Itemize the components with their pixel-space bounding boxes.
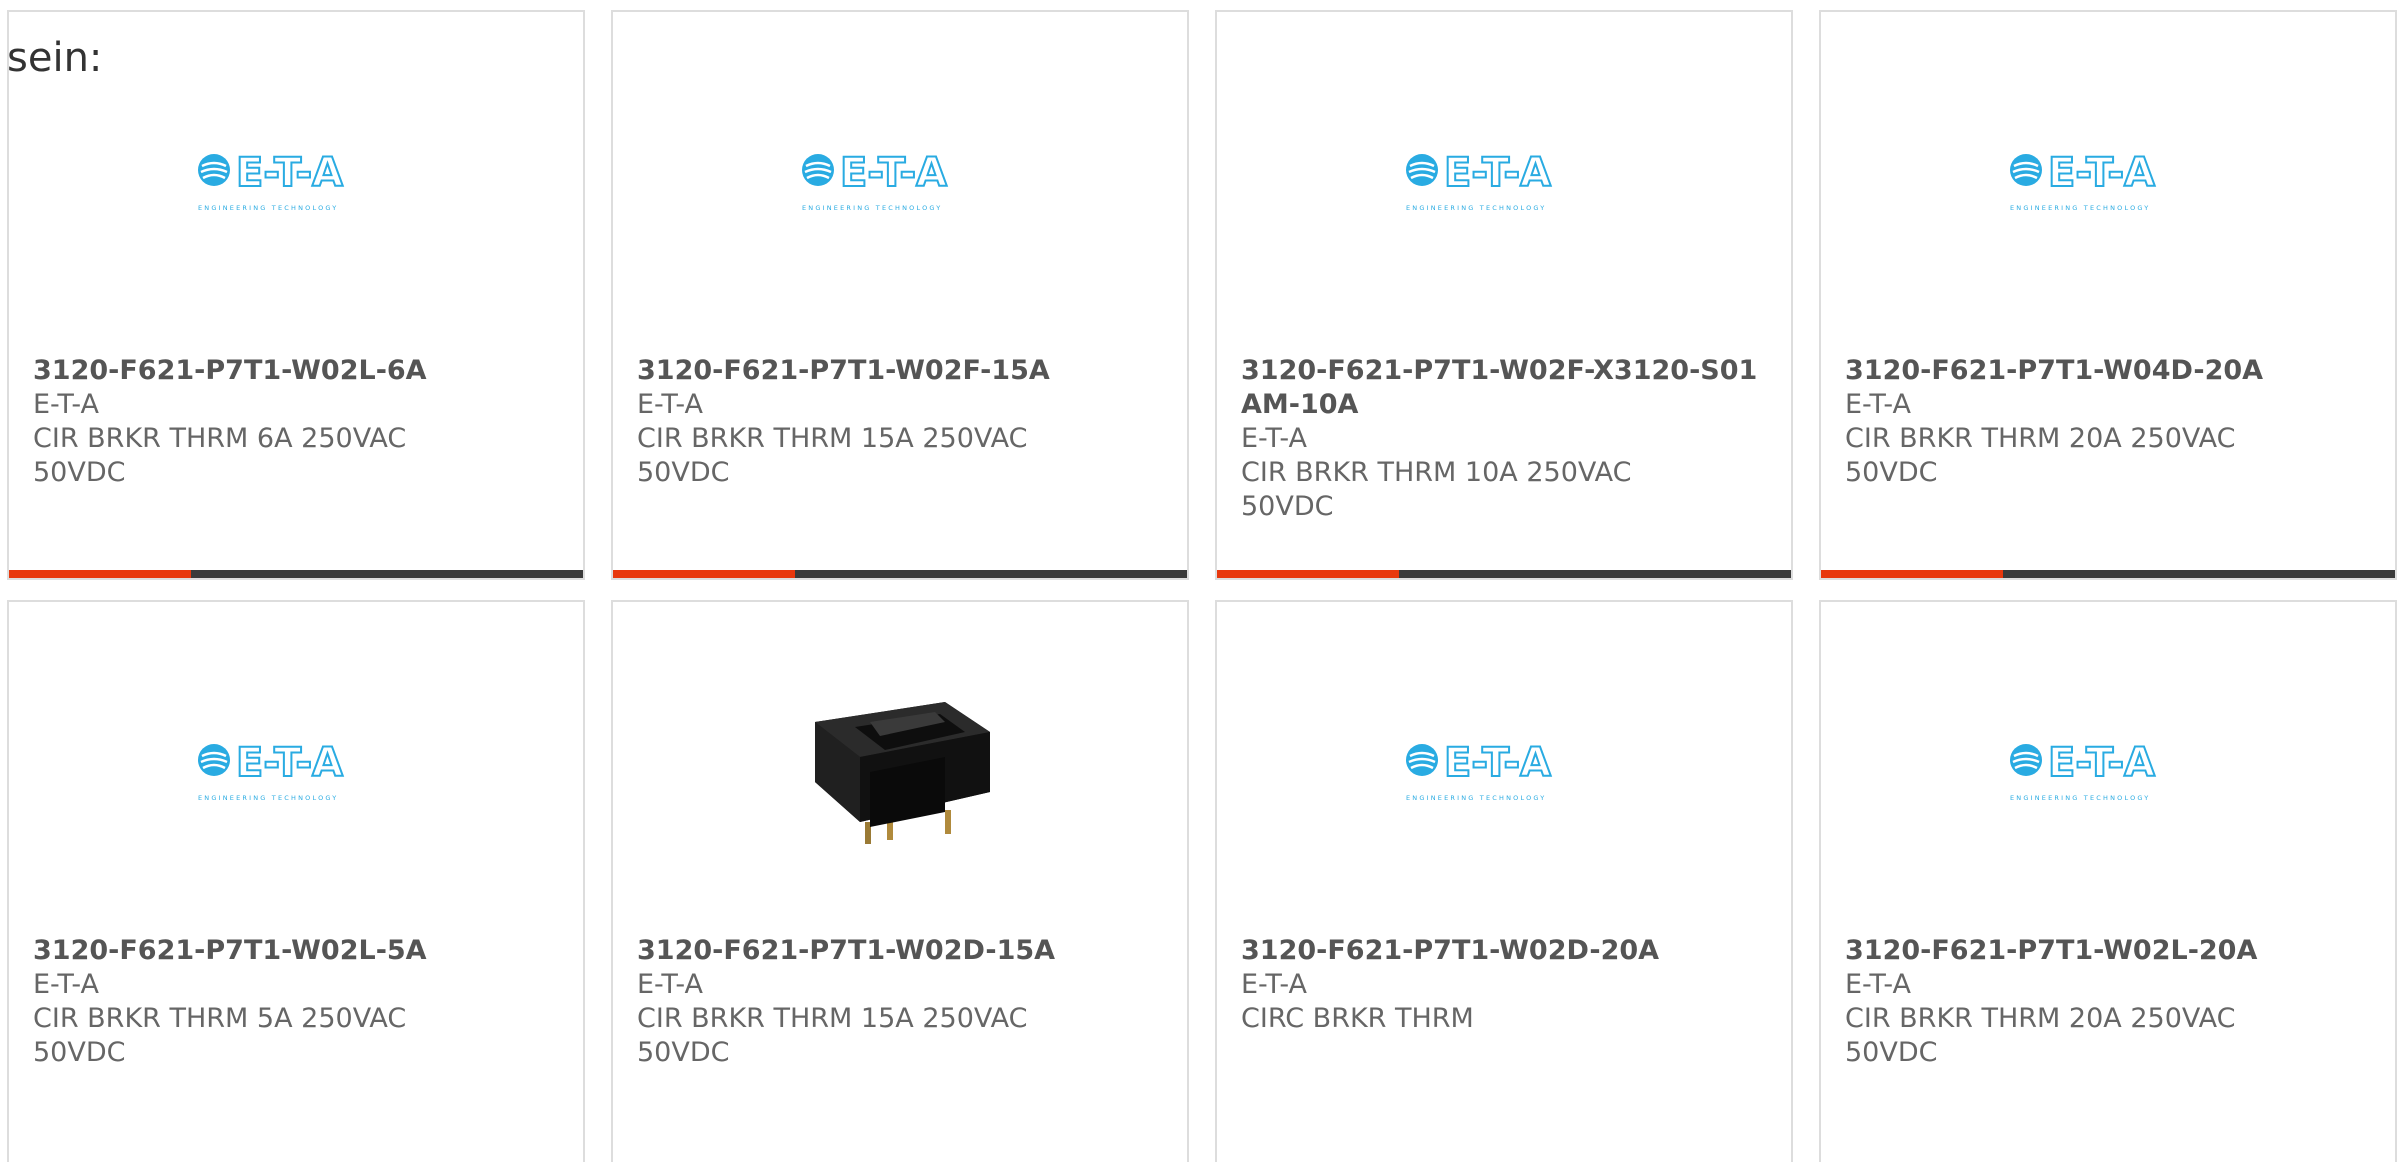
svg-text:E-T-A: E-T-A xyxy=(236,740,343,786)
manufacturer: E-T-A xyxy=(1845,389,1911,420)
description: CIR BRKR THRM 20A 250VAC 50VDC xyxy=(1845,1003,2236,1068)
product-info: 3120-F621-P7T1-W02D-15A E-T-A CIR BRKR T… xyxy=(637,934,1163,1070)
svg-text:E-T-A: E-T-A xyxy=(840,150,947,196)
svg-text:ENGINEERING TECHNOLOGY: ENGINEERING TECHNOLOGY xyxy=(198,204,338,212)
product-info: 3120-F621-P7T1-W02D-20A E-T-A CIRC BRKR … xyxy=(1241,934,1767,1036)
manufacturer: E-T-A xyxy=(33,969,99,1000)
description: CIR BRKR THRM 10A 250VAC 50VDC xyxy=(1241,457,1632,522)
product-info: 3120-F621-P7T1-W02F-15A E-T-A CIR BRKR T… xyxy=(637,354,1163,490)
product-image[interactable] xyxy=(613,662,1187,872)
description: CIRC BRKR THRM xyxy=(1241,1003,1474,1034)
product-card[interactable]: E-T-A ENGINEERING TECHNOLOGY 3120-F621-P… xyxy=(611,10,1189,580)
svg-text:E-T-A: E-T-A xyxy=(2048,740,2155,786)
product-info: 3120-F621-P7T1-W02L-5A E-T-A CIR BRKR TH… xyxy=(33,934,559,1070)
product-image[interactable]: E-T-A ENGINEERING TECHNOLOGY xyxy=(1821,132,2395,232)
manufacturer: E-T-A xyxy=(1241,423,1307,454)
manufacturer: E-T-A xyxy=(637,389,703,420)
product-grid-page: sein: E-T-A ENGINEERING TECHNOLOGY 3120-… xyxy=(0,0,2400,1162)
card-bottom-bar xyxy=(613,570,1187,578)
description: CIR BRKR THRM 5A 250VAC 50VDC xyxy=(33,1003,407,1068)
product-card[interactable]: E-T-A ENGINEERING TECHNOLOGY 3120-F621-P… xyxy=(1215,10,1793,580)
eta-logo-icon: E-T-A ENGINEERING TECHNOLOGY xyxy=(1406,149,1552,212)
card-bottom-bar xyxy=(9,570,583,578)
manufacturer: E-T-A xyxy=(1845,969,1911,1000)
svg-text:E-T-A: E-T-A xyxy=(2048,150,2155,196)
card-bottom-bar xyxy=(1821,570,2395,578)
product-image[interactable]: E-T-A ENGINEERING TECHNOLOGY xyxy=(1217,132,1791,232)
part-number-link[interactable]: 3120-F621-P7T1-W02L-5A xyxy=(33,934,559,968)
card-accent xyxy=(1217,570,1399,578)
eta-logo-icon: E-T-A ENGINEERING TECHNOLOGY xyxy=(802,149,948,212)
product-card[interactable]: E-T-A ENGINEERING TECHNOLOGY 3120-F621-P… xyxy=(7,10,585,580)
product-card[interactable]: E-T-A ENGINEERING TECHNOLOGY 3120-F621-P… xyxy=(1215,600,1793,1162)
svg-text:E-T-A: E-T-A xyxy=(1444,740,1551,786)
product-info: 3120-F621-P7T1-W02L-20A E-T-A CIR BRKR T… xyxy=(1845,934,2371,1070)
card-accent xyxy=(1821,570,2003,578)
product-card[interactable]: E-T-A ENGINEERING TECHNOLOGY 3120-F621-P… xyxy=(1819,10,2397,580)
manufacturer: E-T-A xyxy=(1241,969,1307,1000)
eta-logo-icon: E-T-A ENGINEERING TECHNOLOGY xyxy=(2010,739,2156,802)
description: CIR BRKR THRM 6A 250VAC 50VDC xyxy=(33,423,407,488)
product-image[interactable]: E-T-A ENGINEERING TECHNOLOGY xyxy=(9,722,583,822)
description: CIR BRKR THRM 20A 250VAC 50VDC xyxy=(1845,423,2236,488)
part-number-link[interactable]: 3120-F621-P7T1-W02L-6A xyxy=(33,354,559,388)
rocker-switch-icon xyxy=(815,702,990,844)
part-number-link[interactable]: 3120-F621-P7T1-W02F-15A xyxy=(637,354,1163,388)
card-accent xyxy=(613,570,795,578)
product-info: 3120-F621-P7T1-W02F-X3120-S01AM-10A E-T-… xyxy=(1241,354,1767,524)
product-image[interactable]: E-T-A ENGINEERING TECHNOLOGY xyxy=(1217,722,1791,822)
eta-logo-icon: E-T-A ENGINEERING TECHNOLOGY xyxy=(198,149,344,212)
svg-text:ENGINEERING TECHNOLOGY: ENGINEERING TECHNOLOGY xyxy=(1406,794,1546,802)
svg-text:ENGINEERING TECHNOLOGY: ENGINEERING TECHNOLOGY xyxy=(2010,204,2150,212)
product-info: 3120-F621-P7T1-W04D-20A E-T-A CIR BRKR T… xyxy=(1845,354,2371,490)
product-image[interactable]: E-T-A ENGINEERING TECHNOLOGY xyxy=(613,132,1187,232)
svg-text:ENGINEERING TECHNOLOGY: ENGINEERING TECHNOLOGY xyxy=(1406,204,1546,212)
eta-logo-icon: E-T-A ENGINEERING TECHNOLOGY xyxy=(1406,739,1552,802)
card-accent xyxy=(9,570,191,578)
part-number-link[interactable]: 3120-F621-P7T1-W04D-20A xyxy=(1845,354,2371,388)
product-image[interactable]: E-T-A ENGINEERING TECHNOLOGY xyxy=(9,132,583,232)
svg-text:E-T-A: E-T-A xyxy=(236,150,343,196)
description: CIR BRKR THRM 15A 250VAC 50VDC xyxy=(637,423,1028,488)
product-info: 3120-F621-P7T1-W02L-6A E-T-A CIR BRKR TH… xyxy=(33,354,559,490)
part-number-link[interactable]: 3120-F621-P7T1-W02D-20A xyxy=(1241,934,1767,968)
eta-logo-icon: E-T-A ENGINEERING TECHNOLOGY xyxy=(198,739,344,802)
part-number-link[interactable]: 3120-F621-P7T1-W02F-X3120-S01AM-10A xyxy=(1241,354,1767,422)
svg-text:E-T-A: E-T-A xyxy=(1444,150,1551,196)
card-bottom-bar xyxy=(1217,570,1791,578)
product-card[interactable]: E-T-A ENGINEERING TECHNOLOGY 3120-F621-P… xyxy=(7,600,585,1162)
part-number-link[interactable]: 3120-F621-P7T1-W02L-20A xyxy=(1845,934,2371,968)
svg-text:ENGINEERING TECHNOLOGY: ENGINEERING TECHNOLOGY xyxy=(2010,794,2150,802)
product-card[interactable]: 3120-F621-P7T1-W02D-15A E-T-A CIR BRKR T… xyxy=(611,600,1189,1162)
part-number-link[interactable]: 3120-F621-P7T1-W02D-15A xyxy=(637,934,1163,968)
svg-text:ENGINEERING TECHNOLOGY: ENGINEERING TECHNOLOGY xyxy=(198,794,338,802)
eta-logo-icon: E-T-A ENGINEERING TECHNOLOGY xyxy=(2010,149,2156,212)
intro-text: sein: xyxy=(7,35,103,81)
description: CIR BRKR THRM 15A 250VAC 50VDC xyxy=(637,1003,1028,1068)
product-image[interactable]: E-T-A ENGINEERING TECHNOLOGY xyxy=(1821,722,2395,822)
manufacturer: E-T-A xyxy=(33,389,99,420)
manufacturer: E-T-A xyxy=(637,969,703,1000)
svg-text:ENGINEERING TECHNOLOGY: ENGINEERING TECHNOLOGY xyxy=(802,204,942,212)
product-card[interactable]: E-T-A ENGINEERING TECHNOLOGY 3120-F621-P… xyxy=(1819,600,2397,1162)
